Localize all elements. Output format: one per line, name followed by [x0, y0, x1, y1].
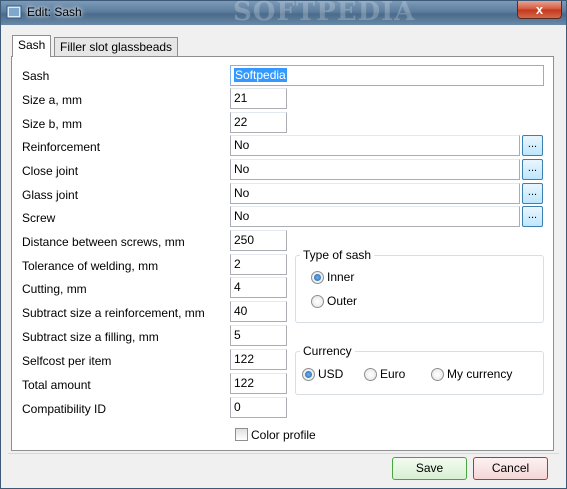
usd-label[interactable]: USD: [318, 367, 343, 381]
outer-radio[interactable]: [311, 295, 324, 308]
close-joint-label: Close joint: [22, 164, 79, 178]
footer-separator: [8, 453, 559, 454]
usd-radio[interactable]: [302, 368, 315, 381]
euro-radio[interactable]: [364, 368, 377, 381]
glass-joint-label: Glass joint: [22, 188, 79, 202]
close-icon: x: [535, 2, 544, 17]
ellipsis-icon: ...: [527, 162, 538, 174]
inner-radio[interactable]: [311, 271, 324, 284]
reinforcement-label: Reinforcement: [22, 140, 101, 154]
distance-screws-input[interactable]: 250: [230, 230, 287, 251]
title-bar[interactable]: Edit: Sash SOFTPEDIA x: [1, 0, 566, 27]
type-of-sash-title: Type of sash: [300, 248, 375, 262]
total-amount-label: Total amount: [22, 378, 91, 392]
window-title: Edit: Sash: [27, 5, 82, 19]
subtract-filling-label: Subtract size a filling, mm: [22, 330, 159, 344]
glass-joint-browse-button[interactable]: ...: [522, 183, 543, 204]
ellipsis-icon: ...: [527, 209, 538, 221]
window-app-icon: [6, 5, 22, 19]
compatibility-id-input[interactable]: 0: [230, 397, 287, 418]
reinforcement-browse-button[interactable]: ...: [522, 135, 543, 156]
screw-label: Screw: [22, 211, 56, 225]
ellipsis-icon: ...: [527, 186, 538, 198]
reinforcement-field[interactable]: No: [230, 135, 520, 156]
size-b-label: Size b, mm: [22, 117, 83, 131]
subtract-filling-input[interactable]: 5: [230, 325, 287, 346]
my-currency-radio[interactable]: [431, 368, 444, 381]
euro-label[interactable]: Euro: [380, 367, 405, 381]
softpedia-watermark: SOFTPEDIA: [233, 0, 416, 27]
inner-label[interactable]: Inner: [327, 270, 354, 284]
color-profile-checkbox[interactable]: [235, 428, 248, 441]
tolerance-welding-input[interactable]: 2: [230, 254, 287, 275]
sash-name-input[interactable]: Softpedia: [230, 65, 544, 86]
distance-screws-label: Distance between screws, mm: [22, 235, 185, 249]
close-joint-field[interactable]: No: [230, 159, 520, 180]
screw-field[interactable]: No: [230, 206, 520, 227]
subtract-reinforcement-input[interactable]: 40: [230, 301, 287, 322]
my-currency-label[interactable]: My currency: [447, 367, 512, 381]
tolerance-welding-label: Tolerance of welding, mm: [22, 259, 159, 273]
cancel-button[interactable]: Cancel: [473, 457, 548, 480]
size-b-input[interactable]: 22: [230, 112, 287, 133]
currency-title: Currency: [300, 344, 355, 358]
cutting-input[interactable]: 4: [230, 277, 287, 298]
save-button[interactable]: Save: [392, 457, 467, 480]
sash-name-value: Softpedia: [234, 68, 287, 82]
tab-filler-label: Filler slot glassbeads: [60, 40, 173, 54]
glass-joint-field[interactable]: No: [230, 183, 520, 204]
cutting-label: Cutting, mm: [22, 282, 87, 296]
ellipsis-icon: ...: [527, 138, 538, 150]
tab-sash[interactable]: Sash: [12, 35, 52, 57]
compatibility-id-label: Compatibility ID: [22, 402, 107, 416]
tab-filler-slot-glassbeads[interactable]: Filler slot glassbeads: [54, 37, 179, 57]
sash-label: Sash: [22, 69, 50, 83]
type-of-sash-group: [295, 255, 544, 323]
size-a-label: Size a, mm: [22, 93, 83, 107]
color-profile-label[interactable]: Color profile: [251, 428, 316, 442]
close-window-button[interactable]: x: [517, 1, 562, 19]
selfcost-input[interactable]: 122: [230, 349, 287, 370]
selfcost-label: Selfcost per item: [22, 354, 112, 368]
screw-browse-button[interactable]: ...: [522, 206, 543, 227]
subtract-reinforcement-label: Subtract size a reinforcement, mm: [22, 306, 205, 320]
total-amount-input[interactable]: 122: [230, 373, 287, 394]
size-a-input[interactable]: 21: [230, 88, 287, 109]
outer-label[interactable]: Outer: [327, 294, 357, 308]
tab-sash-label: Sash: [18, 38, 46, 52]
close-joint-browse-button[interactable]: ...: [522, 159, 543, 180]
